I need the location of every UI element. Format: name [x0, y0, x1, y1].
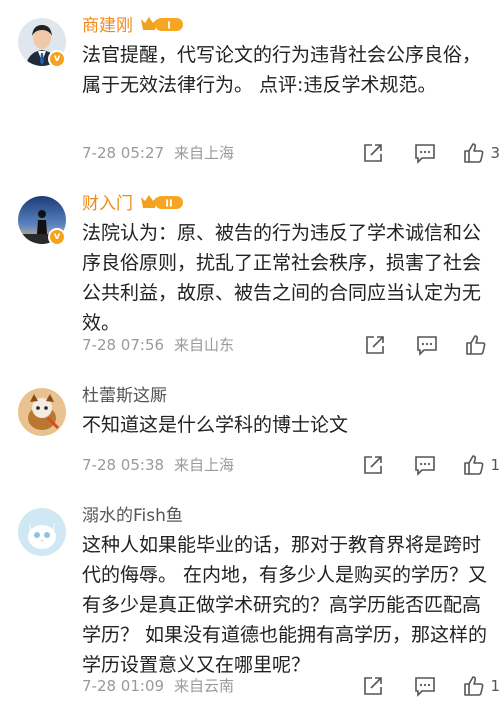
- comment-text: 法院认为：原、被告的行为违反了学术诚信和公序良俗原则，扰乱了正常社会秩序，损害了…: [82, 222, 482, 334]
- comment-icon: [417, 336, 437, 356]
- share-button[interactable]: [360, 140, 386, 166]
- vip-crown-icon: I: [139, 14, 185, 38]
- verified-badge-icon: v: [48, 50, 66, 68]
- share-button[interactable]: [360, 673, 386, 699]
- comment-actions: 3: [360, 140, 500, 166]
- username[interactable]: 杜蕾斯这厮: [82, 384, 167, 408]
- cartoon-animal-icon: [18, 388, 66, 436]
- thumbs-up-icon: [464, 143, 484, 163]
- like-button[interactable]: [464, 333, 500, 357]
- comment-actions: 1: [360, 673, 500, 699]
- reply-button[interactable]: [412, 452, 438, 478]
- comment-location: 来自上海: [174, 144, 235, 162]
- comment-date: 7-28 07:56: [82, 336, 165, 354]
- username[interactable]: 商建刚: [82, 14, 133, 38]
- comment-meta: 7-28 07:56 来自山东: [82, 334, 234, 356]
- share-icon: [364, 677, 383, 695]
- like-button[interactable]: 1: [462, 452, 500, 478]
- username[interactable]: 财入门: [82, 192, 133, 216]
- like-button[interactable]: 3: [462, 140, 500, 166]
- comment-text: 法官提醒，代写论文的行为违背社会公序良俗，属于无效法律行为。 点评:违反学术规范…: [82, 44, 482, 96]
- thumbs-up-icon: [466, 335, 486, 355]
- comment-meta: 7-28 05:27 来自上海: [82, 142, 234, 164]
- avatar[interactable]: [18, 388, 66, 436]
- like-count: 3: [490, 144, 500, 162]
- comment-item: v 财入门 II 法院认为：原、被告的行为违反了学术诚信和公序良俗原则，扰乱了正…: [0, 178, 500, 370]
- like-button[interactable]: 1: [462, 673, 500, 699]
- share-icon: [364, 144, 383, 162]
- share-icon: [366, 336, 384, 354]
- svg-text:II: II: [165, 199, 172, 210]
- reply-button[interactable]: [412, 140, 438, 166]
- comment-item: 杜蕾斯这厮 不知道这是什么学科的博士论文 7-28 05:38 来自上海 1: [0, 370, 500, 490]
- comment-location: 来自云南: [174, 677, 235, 695]
- comment-item: 溺水的Fish鱼 这种人如果能毕业的话，那对于教育界将是跨时代的侮辱。 在内地，…: [0, 490, 500, 711]
- comment-meta: 7-28 05:38 来自上海: [82, 454, 234, 476]
- comment-icon: [415, 677, 436, 697]
- comment-icon: [415, 456, 436, 476]
- svg-text:I: I: [167, 21, 171, 32]
- verified-badge-icon: v: [48, 228, 66, 246]
- comment-text: 不知道这是什么学科的博士论文: [82, 414, 349, 436]
- comment-location: 来自山东: [174, 336, 235, 354]
- white-kitten-icon: [18, 508, 66, 556]
- avatar[interactable]: [18, 508, 66, 556]
- share-button[interactable]: [360, 452, 386, 478]
- comment-date: 7-28 01:09: [82, 677, 165, 695]
- like-count: 1: [490, 677, 500, 695]
- comment-text: 这种人如果能毕业的话，那对于教育界将是跨时代的侮辱。 在内地，有多少人是购买的学…: [82, 534, 488, 676]
- share-icon: [364, 456, 383, 474]
- reply-button[interactable]: [414, 332, 440, 358]
- comment-meta: 7-28 01:09 来自云南: [82, 675, 234, 697]
- thumbs-up-icon: [464, 676, 484, 696]
- comment-location: 来自上海: [174, 456, 235, 474]
- like-count: 1: [490, 456, 500, 474]
- comment-date: 7-28 05:27: [82, 144, 165, 162]
- comment-item: v 商建刚 I 法官提醒，代写论文的行为违背社会公序良俗，属于无效法律行为。 点…: [0, 0, 500, 178]
- comment-actions: 1: [360, 452, 500, 478]
- comment-actions: [362, 332, 500, 358]
- username[interactable]: 溺水的Fish鱼: [82, 504, 183, 528]
- thumbs-up-icon: [464, 455, 484, 475]
- comment-date: 7-28 05:38: [82, 456, 165, 474]
- reply-button[interactable]: [412, 673, 438, 699]
- comment-icon: [415, 144, 436, 164]
- vip-crown-icon: II: [139, 192, 185, 216]
- share-button[interactable]: [362, 332, 388, 358]
